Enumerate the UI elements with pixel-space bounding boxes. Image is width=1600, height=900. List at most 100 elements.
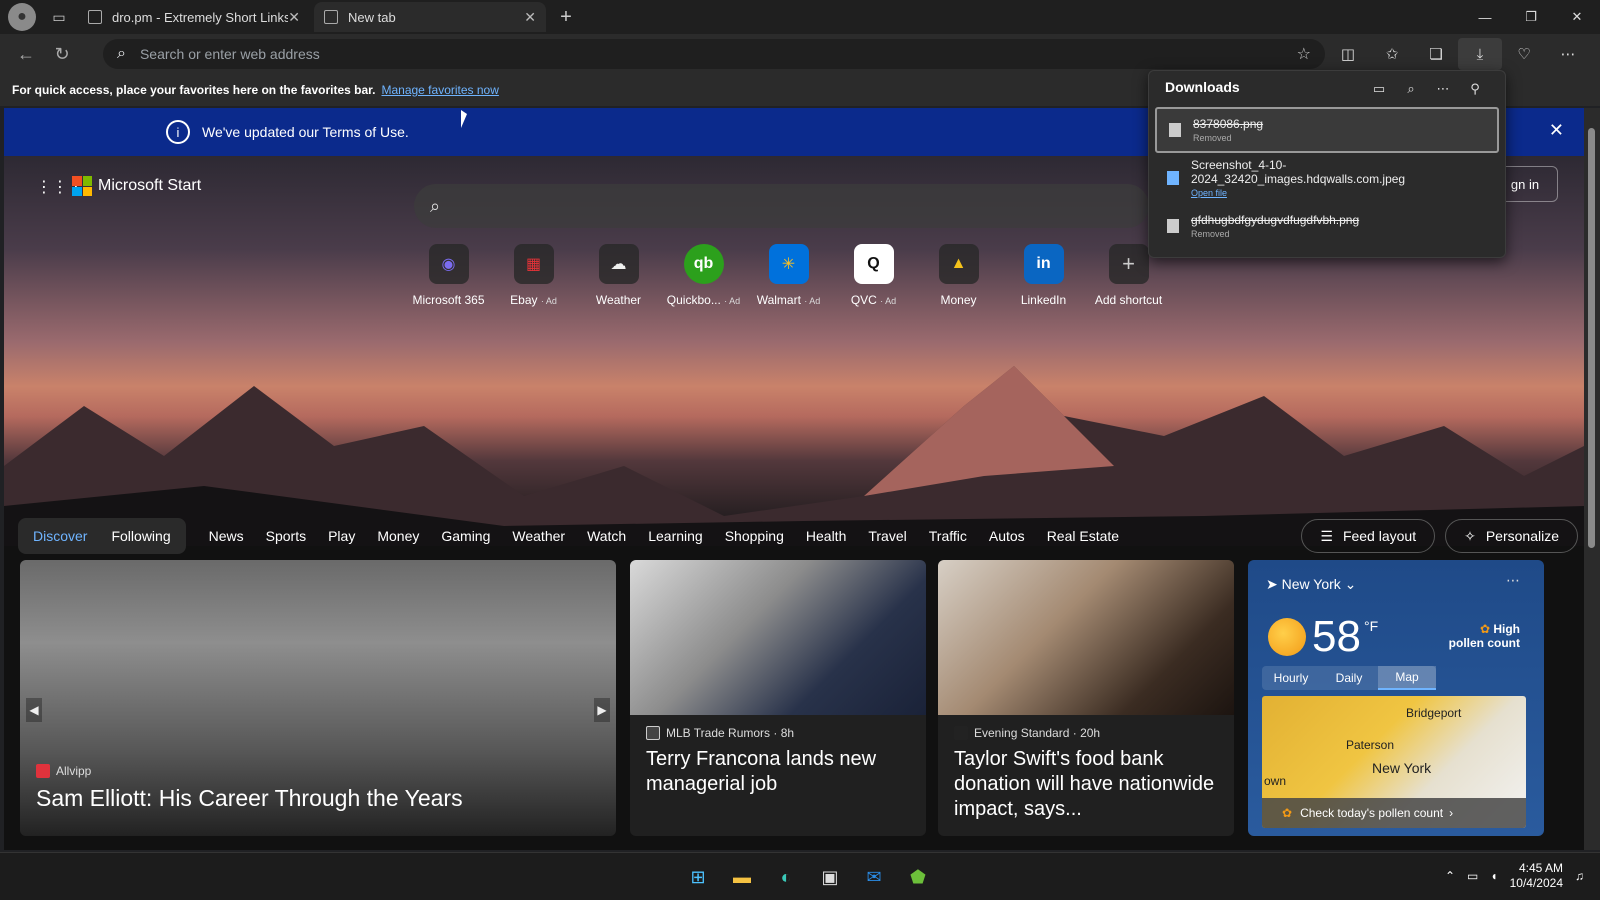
category-news[interactable]: News <box>209 528 244 544</box>
category-play[interactable]: Play <box>328 528 355 544</box>
temperature-unit[interactable]: °F <box>1364 618 1378 634</box>
chevron-right-icon: › <box>1449 806 1454 820</box>
category-real-estate[interactable]: Real Estate <box>1047 528 1119 544</box>
shortcut-money[interactable]: ▲ Money <box>916 244 1001 307</box>
category-watch[interactable]: Watch <box>587 528 626 544</box>
category-learning[interactable]: Learning <box>648 528 703 544</box>
news-card-large[interactable]: ◀ ▶ Allvipp Sam Elliott: His Career Thro… <box>20 560 616 836</box>
carousel-prev-icon[interactable]: ◀ <box>26 698 42 722</box>
close-banner-icon[interactable]: ✕ <box>1549 120 1564 141</box>
web-search-box[interactable]: ⌕ <box>414 184 1149 228</box>
feed-actions: ☰ Feed layout ✧ Personalize <box>1291 519 1578 553</box>
minimize-icon[interactable]: — <box>1462 0 1508 34</box>
close-window-icon[interactable]: ✕ <box>1554 0 1600 34</box>
favorites-icon[interactable]: ✩ <box>1370 38 1414 70</box>
scrollbar-thumb[interactable] <box>1588 128 1595 548</box>
restore-icon[interactable]: ❐ <box>1508 0 1554 34</box>
card-headline[interactable]: Taylor Swift's food bank donation will h… <box>954 747 1220 822</box>
shortcut-ebay[interactable]: ▦ Ebay · Ad <box>491 244 576 307</box>
split-screen-icon[interactable]: ◫ <box>1326 38 1370 70</box>
check-pollen-link[interactable]: ✿ Check today's pollen count › <box>1262 798 1526 828</box>
category-autos[interactable]: Autos <box>989 528 1025 544</box>
tab-daily[interactable]: Daily <box>1320 666 1378 690</box>
category-money[interactable]: Money <box>377 528 419 544</box>
app-launcher-icon[interactable]: ⋮⋮⋮ <box>36 177 84 196</box>
collections-icon[interactable]: ❏ <box>1414 38 1458 70</box>
download-item[interactable]: Screenshot_4-10-2024_32420_images.hdqwal… <box>1155 155 1499 201</box>
tab-title: dro.pm - Extremely Short Links <box>112 9 289 25</box>
tab-new-tab[interactable]: New tab ✕ <box>314 2 546 32</box>
personalize-label: Personalize <box>1485 528 1559 544</box>
shortcut-quickbooks[interactable]: qb Quickbo... · Ad <box>661 244 746 307</box>
feed-layout-button[interactable]: ☰ Feed layout <box>1301 519 1436 553</box>
download-item[interactable]: gfdhugbdfgydugvdfugdfvbh.png Removed <box>1155 203 1499 249</box>
store-icon[interactable]: ▣ <box>812 861 848 893</box>
new-tab-button[interactable]: + <box>552 3 580 31</box>
refresh-icon[interactable]: ↻ <box>44 38 80 70</box>
category-health[interactable]: Health <box>806 528 846 544</box>
close-tab-icon[interactable]: ✕ <box>288 9 300 26</box>
news-card[interactable]: MLB Trade Rumors · 8h Terry Francona lan… <box>630 560 926 836</box>
windows-start-icon[interactable]: ⊞ <box>680 861 716 893</box>
more-icon[interactable]: ⋯ <box>1427 77 1459 101</box>
tab-following[interactable]: Following <box>99 521 182 551</box>
category-weather[interactable]: Weather <box>512 528 565 544</box>
folder-icon[interactable]: ▭ <box>1363 77 1395 101</box>
open-file-link[interactable]: Open file <box>1191 188 1499 198</box>
app-icon[interactable]: ⬟ <box>900 861 936 893</box>
edge-icon[interactable]: ◐ <box>768 861 804 893</box>
outlook-icon[interactable]: ✉ <box>856 861 892 893</box>
carousel-next-icon[interactable]: ▶ <box>594 698 610 722</box>
feed-layout-label: Feed layout <box>1342 528 1417 544</box>
download-item[interactable]: 8378086.png Removed <box>1155 107 1499 153</box>
shortcut-walmart[interactable]: ✳ Walmart · Ad <box>746 244 831 307</box>
file-explorer-icon[interactable]: ▬ <box>724 861 760 893</box>
location-name: New York <box>1281 576 1341 592</box>
notification-icon[interactable]: ♫ <box>1575 869 1584 883</box>
profile-icon[interactable]: ● <box>8 3 36 31</box>
category-travel[interactable]: Travel <box>868 528 906 544</box>
pollen-indicator[interactable]: ✿ High pollen count <box>1449 622 1520 650</box>
shortcut-weather[interactable]: ☁ Weather <box>576 244 661 307</box>
shortcut-qvc[interactable]: Q QVC · Ad <box>831 244 916 307</box>
favorite-star-icon[interactable]: ☆ <box>1297 44 1311 64</box>
card-headline[interactable]: Sam Elliott: His Career Through the Year… <box>36 786 602 811</box>
chevron-up-icon[interactable]: ⌃ <box>1445 869 1455 883</box>
address-bar[interactable]: ⌕ Search or enter web address ☆ <box>103 39 1325 69</box>
search-icon[interactable]: ⌕ <box>1395 77 1427 101</box>
feed-toggle: Discover Following <box>18 518 186 554</box>
downloads-icon[interactable]: ⤓ <box>1458 38 1502 70</box>
pin-icon[interactable]: ⚲ <box>1459 77 1491 101</box>
volume-icon[interactable]: ◖ <box>1490 869 1497 883</box>
network-icon[interactable]: ▭ <box>1467 869 1478 883</box>
manage-favorites-link[interactable]: Manage favorites now <box>381 83 498 97</box>
category-traffic[interactable]: Traffic <box>929 528 967 544</box>
shortcut-linkedin[interactable]: in LinkedIn <box>1001 244 1086 307</box>
category-sports[interactable]: Sports <box>266 528 306 544</box>
brand-name[interactable]: Microsoft Start <box>98 177 201 195</box>
card-headline[interactable]: Terry Francona lands new managerial job <box>646 747 912 797</box>
pollen-icon: ✿ <box>1479 622 1494 636</box>
tab-hourly[interactable]: Hourly <box>1262 666 1320 690</box>
tab-map[interactable]: Map <box>1378 666 1436 690</box>
news-card[interactable]: Evening Standard · 20h Taylor Swift's fo… <box>938 560 1234 836</box>
more-icon[interactable]: ⋯ <box>1506 572 1520 589</box>
page-scrollbar[interactable] <box>1584 108 1600 850</box>
money-icon: ▲ <box>938 244 979 284</box>
tab-dropm[interactable]: dro.pm - Extremely Short Links ✕ <box>78 2 310 32</box>
category-shopping[interactable]: Shopping <box>725 528 784 544</box>
close-tab-icon[interactable]: ✕ <box>524 9 536 26</box>
shortcut-microsoft-365[interactable]: ◉ Microsoft 365 <box>406 244 491 307</box>
category-gaming[interactable]: Gaming <box>441 528 490 544</box>
pollen-map[interactable]: Bridgeport Paterson New York own ✿ Check … <box>1262 696 1526 828</box>
tab-favicon-icon <box>88 10 102 24</box>
personalize-button[interactable]: ✧ Personalize <box>1445 519 1578 553</box>
browser-essentials-icon[interactable]: ♡ <box>1502 38 1546 70</box>
more-icon[interactable]: ⋯ <box>1546 38 1590 70</box>
tab-actions-icon[interactable]: ▭ <box>44 2 74 32</box>
clock[interactable]: 4:45 AM 10/4/2024 <box>1510 861 1563 891</box>
terms-text: We've updated our Terms of Use. <box>202 124 409 140</box>
back-icon[interactable]: ← <box>8 38 44 70</box>
tab-discover[interactable]: Discover <box>21 521 99 551</box>
weather-location[interactable]: ➤ New York ⌄ <box>1266 576 1356 593</box>
